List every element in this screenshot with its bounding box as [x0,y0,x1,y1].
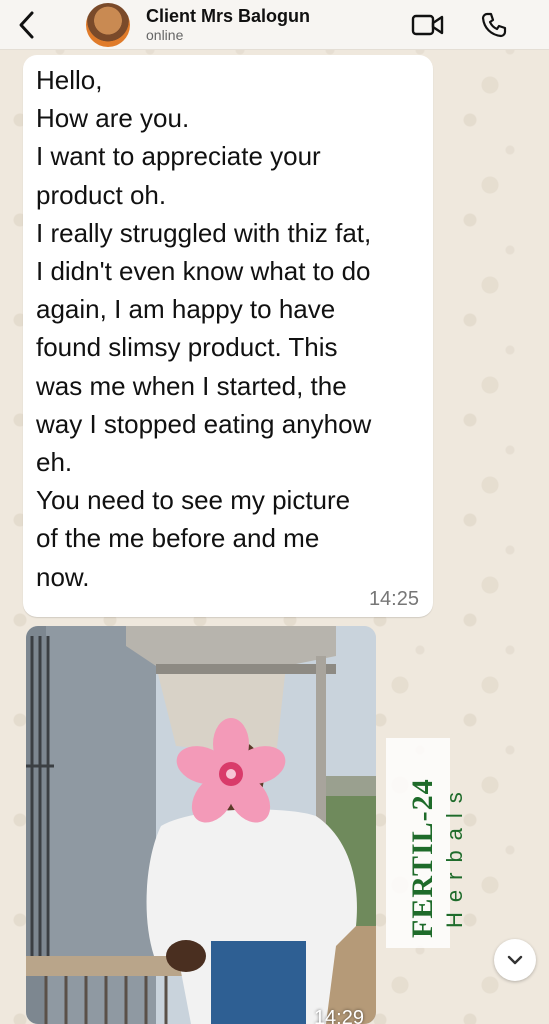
message-line: eh. [36,447,73,478]
header-actions [411,10,511,40]
message-line: How are you. [36,103,190,134]
message-line: again, I am happy to have [36,294,336,325]
message-line: found slimsy product. This [36,332,338,363]
chevron-left-icon [19,11,34,38]
message-line: I really struggled with thiz fat, [36,217,372,248]
watermark-brand: FERTIL-24 [406,778,439,938]
message-line: I didn't even know what to do [36,256,371,287]
contact-avatar[interactable] [86,2,130,47]
chevron-down-icon [507,955,523,965]
image-timestamp: 14:29 [313,1007,364,1024]
contact-info[interactable]: Client Mrs Balogun online [146,6,310,44]
image-message[interactable]: 14:29 [26,626,376,1024]
chat-header: Client Mrs Balogun online [0,0,549,50]
incoming-message-bubble[interactable]: Hello, How are you. I want to appreciate… [23,55,433,617]
scroll-to-bottom-button[interactable] [494,939,536,981]
message-line: product oh. [36,179,167,210]
message-line: You need to see my picture [36,485,351,516]
contact-name: Client Mrs Balogun [146,5,311,26]
phone-icon [481,12,507,38]
contact-status: online [146,26,184,43]
message-line: of the me before and me [36,523,320,554]
brand-watermark: FERTIL-24 Herbals [386,738,467,948]
message-line: Hello, [36,65,103,95]
voice-call-button[interactable] [477,10,511,40]
back-button[interactable] [6,0,46,50]
message-photo [26,626,376,1024]
watermark-subtitle: Herbals [442,782,467,928]
video-call-button[interactable] [411,10,445,40]
message-line: way I stopped eating anyhow [36,408,372,439]
message-line: I want to appreciate your [36,141,321,172]
video-camera-icon [411,14,444,36]
message-timestamp: 14:25 [368,588,419,610]
message-text: Hello, How are you. I want to appreciate… [36,61,371,596]
message-line: was me when I started, the [36,370,347,401]
message-line: now. [36,561,90,592]
